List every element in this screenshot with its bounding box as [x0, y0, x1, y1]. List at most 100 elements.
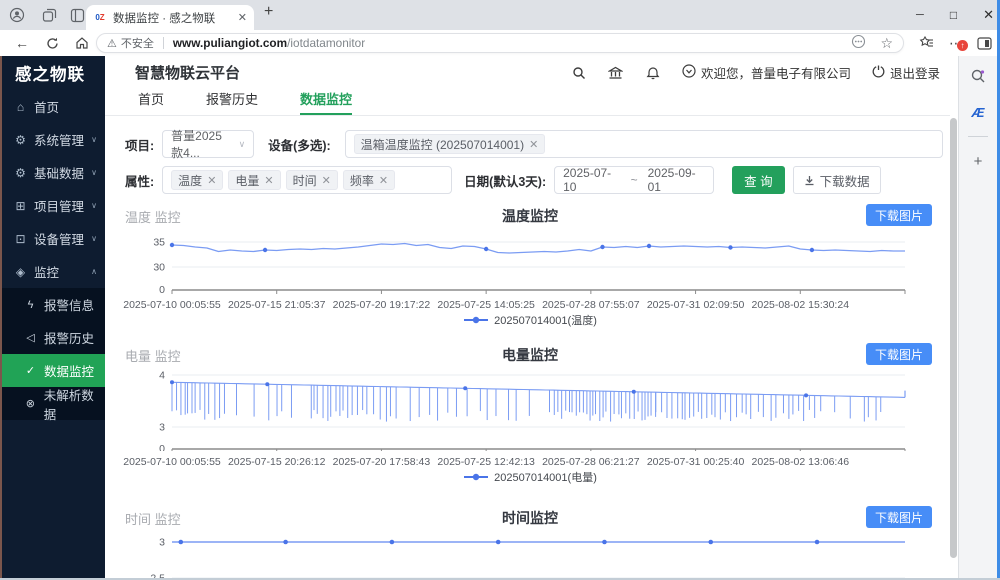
attribute-label: 属性:: [125, 171, 154, 190]
user-menu[interactable]: 欢迎您，普量电子有限公司: [682, 63, 851, 82]
back-icon[interactable]: ←: [12, 33, 32, 53]
gear-icon: ⚙: [14, 166, 27, 180]
sidebar-item-device-4[interactable]: ⊡设备管理∨: [2, 222, 105, 255]
logout-button[interactable]: 退出登录: [872, 63, 940, 82]
home-icon[interactable]: [72, 33, 92, 53]
chart-legend[interactable]: 202507014001(温度): [117, 312, 943, 327]
edge-app-icon[interactable]: Æ: [972, 105, 985, 120]
address-hub-icon[interactable]: [851, 34, 866, 52]
chevron-down-icon: ∨: [233, 139, 246, 150]
sidebar-divider: [968, 136, 988, 137]
device-select[interactable]: 温箱温度监控 (202507014001)✕: [345, 130, 943, 158]
svg-text:0: 0: [159, 284, 165, 294]
sidebar-subitem-2[interactable]: ✓数据监控: [2, 354, 105, 387]
top-nav-tabs: 首页 报警历史 数据监控: [105, 89, 950, 116]
sidebar-item-gear-2[interactable]: ⚙基础数据∨: [2, 156, 105, 189]
filter-tag: 频率✕: [343, 170, 395, 190]
window-maximize-button[interactable]: □: [950, 8, 957, 22]
filter-tag: 温度✕: [171, 170, 223, 190]
date-label: 日期(默认3天):: [464, 171, 546, 190]
sidebar-item-grid-3[interactable]: ⊞项目管理∨: [2, 189, 105, 222]
welcome-text: 欢迎您，普量电子有限公司: [701, 63, 851, 82]
edge-sidebar: Æ +: [958, 56, 997, 580]
profile-icon[interactable]: [8, 6, 26, 24]
query-button[interactable]: 查 询: [732, 166, 784, 194]
browser-tab[interactable]: 0Z 数据监控 · 感之物联 ✕: [86, 5, 254, 30]
split-screen-icon[interactable]: [974, 33, 994, 53]
workspaces-icon[interactable]: [40, 6, 58, 24]
tag-close-icon[interactable]: ✕: [207, 174, 216, 187]
bookmark-star-icon[interactable]: ☆: [880, 35, 893, 52]
page-content: 项目: 普量2025款4... ∨ 设备(多选): 温箱温度监控 (202507…: [105, 116, 950, 580]
address-bar[interactable]: ⚠ 不安全 www.puliangiot.com /iotdatamonitor…: [96, 33, 904, 53]
chart-panel-0: 温度 监控温度监控下载图片353002025-07-10 00:05:55202…: [117, 204, 943, 327]
chart-panel-1: 电量 监控电量监控下载图片4302025-07-10 00:05:552025-…: [117, 343, 943, 484]
browser-window: 0Z 数据监控 · 感之物联 ✕ + ─ □ ✕ ← ⚠ 不安全 www.pul…: [0, 0, 1000, 580]
warning-icon: ⚠: [107, 37, 117, 50]
user-circle-icon: [682, 64, 696, 81]
download-icon: [804, 175, 815, 186]
tab-title: 数据监控 · 感之物联: [113, 10, 232, 26]
refresh-icon[interactable]: [42, 33, 62, 53]
tag-close-icon[interactable]: ✕: [379, 174, 388, 187]
chart-plot[interactable]: 4 3 0: [117, 367, 943, 451]
security-warning[interactable]: ⚠ 不安全: [107, 35, 154, 51]
window-minimize-button[interactable]: ─: [916, 9, 924, 21]
sidebar-subitem-3[interactable]: ⊗未解析数据: [2, 387, 105, 420]
chevron-down-icon: ∨: [91, 201, 97, 210]
filter-tag: 时间✕: [286, 170, 338, 190]
tab-close-icon[interactable]: ✕: [238, 11, 247, 24]
chart-panel-2: 时间 监控时间监控下载图片32.5: [117, 506, 943, 580]
parse-icon: ⊗: [24, 397, 37, 410]
date-end: 2025-09-01: [648, 166, 705, 194]
tag-close-icon[interactable]: ✕: [529, 138, 538, 151]
attribute-select[interactable]: 温度✕电量✕ 时间✕频率✕: [162, 166, 452, 194]
tag-close-icon[interactable]: ✕: [264, 174, 273, 187]
chart-legend[interactable]: 202507014001(电量): [117, 469, 943, 484]
chart-plot[interactable]: 35300: [117, 228, 943, 294]
download-image-button[interactable]: 下载图片: [866, 343, 932, 365]
favorites-bar-icon[interactable]: [916, 33, 936, 53]
x-axis-labels: 2025-07-10 00:05:552025-07-15 20:26:1220…: [117, 456, 943, 469]
sidebar-subitem-1[interactable]: ◁报警历史: [2, 321, 105, 354]
chart-title: 温度监控: [117, 206, 943, 226]
filter-tag: 电量✕: [228, 170, 280, 190]
page-scrollbar[interactable]: [950, 118, 957, 570]
sidebar-search-icon[interactable]: [970, 68, 986, 89]
address-divider: [163, 37, 164, 49]
browser-tab-bar: 0Z 数据监控 · 感之物联 ✕ + ─ □ ✕: [0, 0, 1000, 30]
svg-text:0: 0: [159, 443, 165, 451]
project-select[interactable]: 普量2025款4... ∨: [162, 130, 254, 158]
sidebar-item-home-0[interactable]: ⌂首页: [2, 90, 105, 123]
tag-close-icon[interactable]: ✕: [322, 174, 331, 187]
sidebar-add-button[interactable]: +: [974, 153, 983, 170]
date-start: 2025-07-10: [563, 166, 620, 194]
tab-actions-icon[interactable]: [68, 6, 86, 24]
window-close-button[interactable]: ✕: [983, 7, 994, 23]
svg-text:3: 3: [159, 422, 165, 434]
sidebar-item-monitor-5[interactable]: ◈监控∧: [2, 255, 105, 288]
legend-marker-icon: [463, 472, 489, 482]
app-sidebar: 感之物联 ⌂首页⚙系统管理∨⚙基础数据∨⊞项目管理∨⊡设备管理∨◈监控∧ ϟ报警…: [2, 56, 105, 580]
tab-2[interactable]: 数据监控: [300, 89, 352, 115]
search-icon[interactable]: [571, 65, 587, 81]
download-image-button[interactable]: 下载图片: [866, 204, 932, 226]
bank-icon[interactable]: [608, 65, 624, 81]
sidebar-subitem-0[interactable]: ϟ报警信息: [2, 288, 105, 321]
new-tab-button[interactable]: +: [264, 3, 273, 21]
bell-icon[interactable]: [645, 65, 661, 81]
app-header: 智慧物联云平台 欢迎您，普量电子有限公司: [105, 56, 950, 89]
chart-plot[interactable]: 32.5: [117, 530, 943, 580]
svg-text:30: 30: [153, 262, 165, 274]
monitor-icon: ◈: [14, 265, 27, 279]
url-domain: www.puliangiot.com: [173, 36, 287, 50]
sidebar-item-gear-1[interactable]: ⚙系统管理∨: [2, 123, 105, 156]
chevron-down-icon: ∨: [91, 135, 97, 144]
svg-text:4: 4: [159, 370, 165, 382]
tab-1[interactable]: 报警历史: [206, 89, 258, 115]
svg-text:3: 3: [159, 537, 165, 549]
download-data-button[interactable]: 下载数据: [793, 166, 881, 194]
download-image-button[interactable]: 下载图片: [866, 506, 932, 528]
tab-0[interactable]: 首页: [138, 89, 164, 115]
date-range-input[interactable]: 2025-07-10 ~ 2025-09-01: [554, 166, 714, 194]
